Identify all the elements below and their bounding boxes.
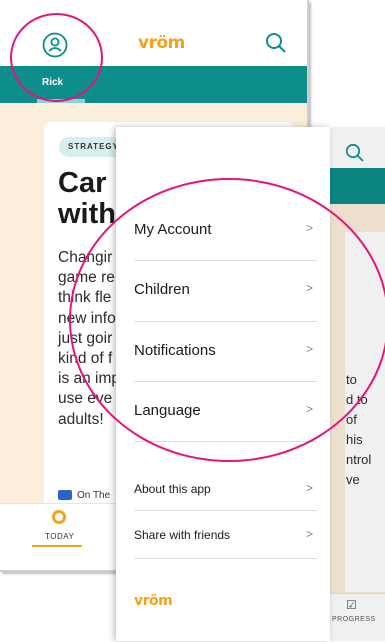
- menu-item-label: About this app: [134, 482, 211, 496]
- menu-item-label: Share with friends: [134, 528, 231, 542]
- category-icon: [58, 490, 72, 501]
- card-footer: On The: [58, 490, 110, 501]
- vroom-logo: vröm: [134, 593, 173, 609]
- menu-item-about[interactable]: About this app >: [134, 464, 317, 511]
- search-icon[interactable]: [345, 143, 365, 163]
- menu-item-share[interactable]: Share with friends >: [134, 510, 317, 559]
- annotation-circle-menu: [69, 178, 385, 462]
- today-icon[interactable]: [52, 510, 66, 524]
- chevron-right-icon: >: [305, 481, 313, 495]
- nav-today-label[interactable]: TODAY: [45, 532, 74, 541]
- card-footer-label: On The: [77, 490, 111, 501]
- nav-active-indicator: [32, 545, 82, 547]
- annotation-circle-avatar: [10, 13, 103, 102]
- chevron-right-icon: >: [305, 527, 313, 541]
- vroom-logo: vröm: [138, 33, 185, 53]
- search-icon[interactable]: [265, 32, 287, 54]
